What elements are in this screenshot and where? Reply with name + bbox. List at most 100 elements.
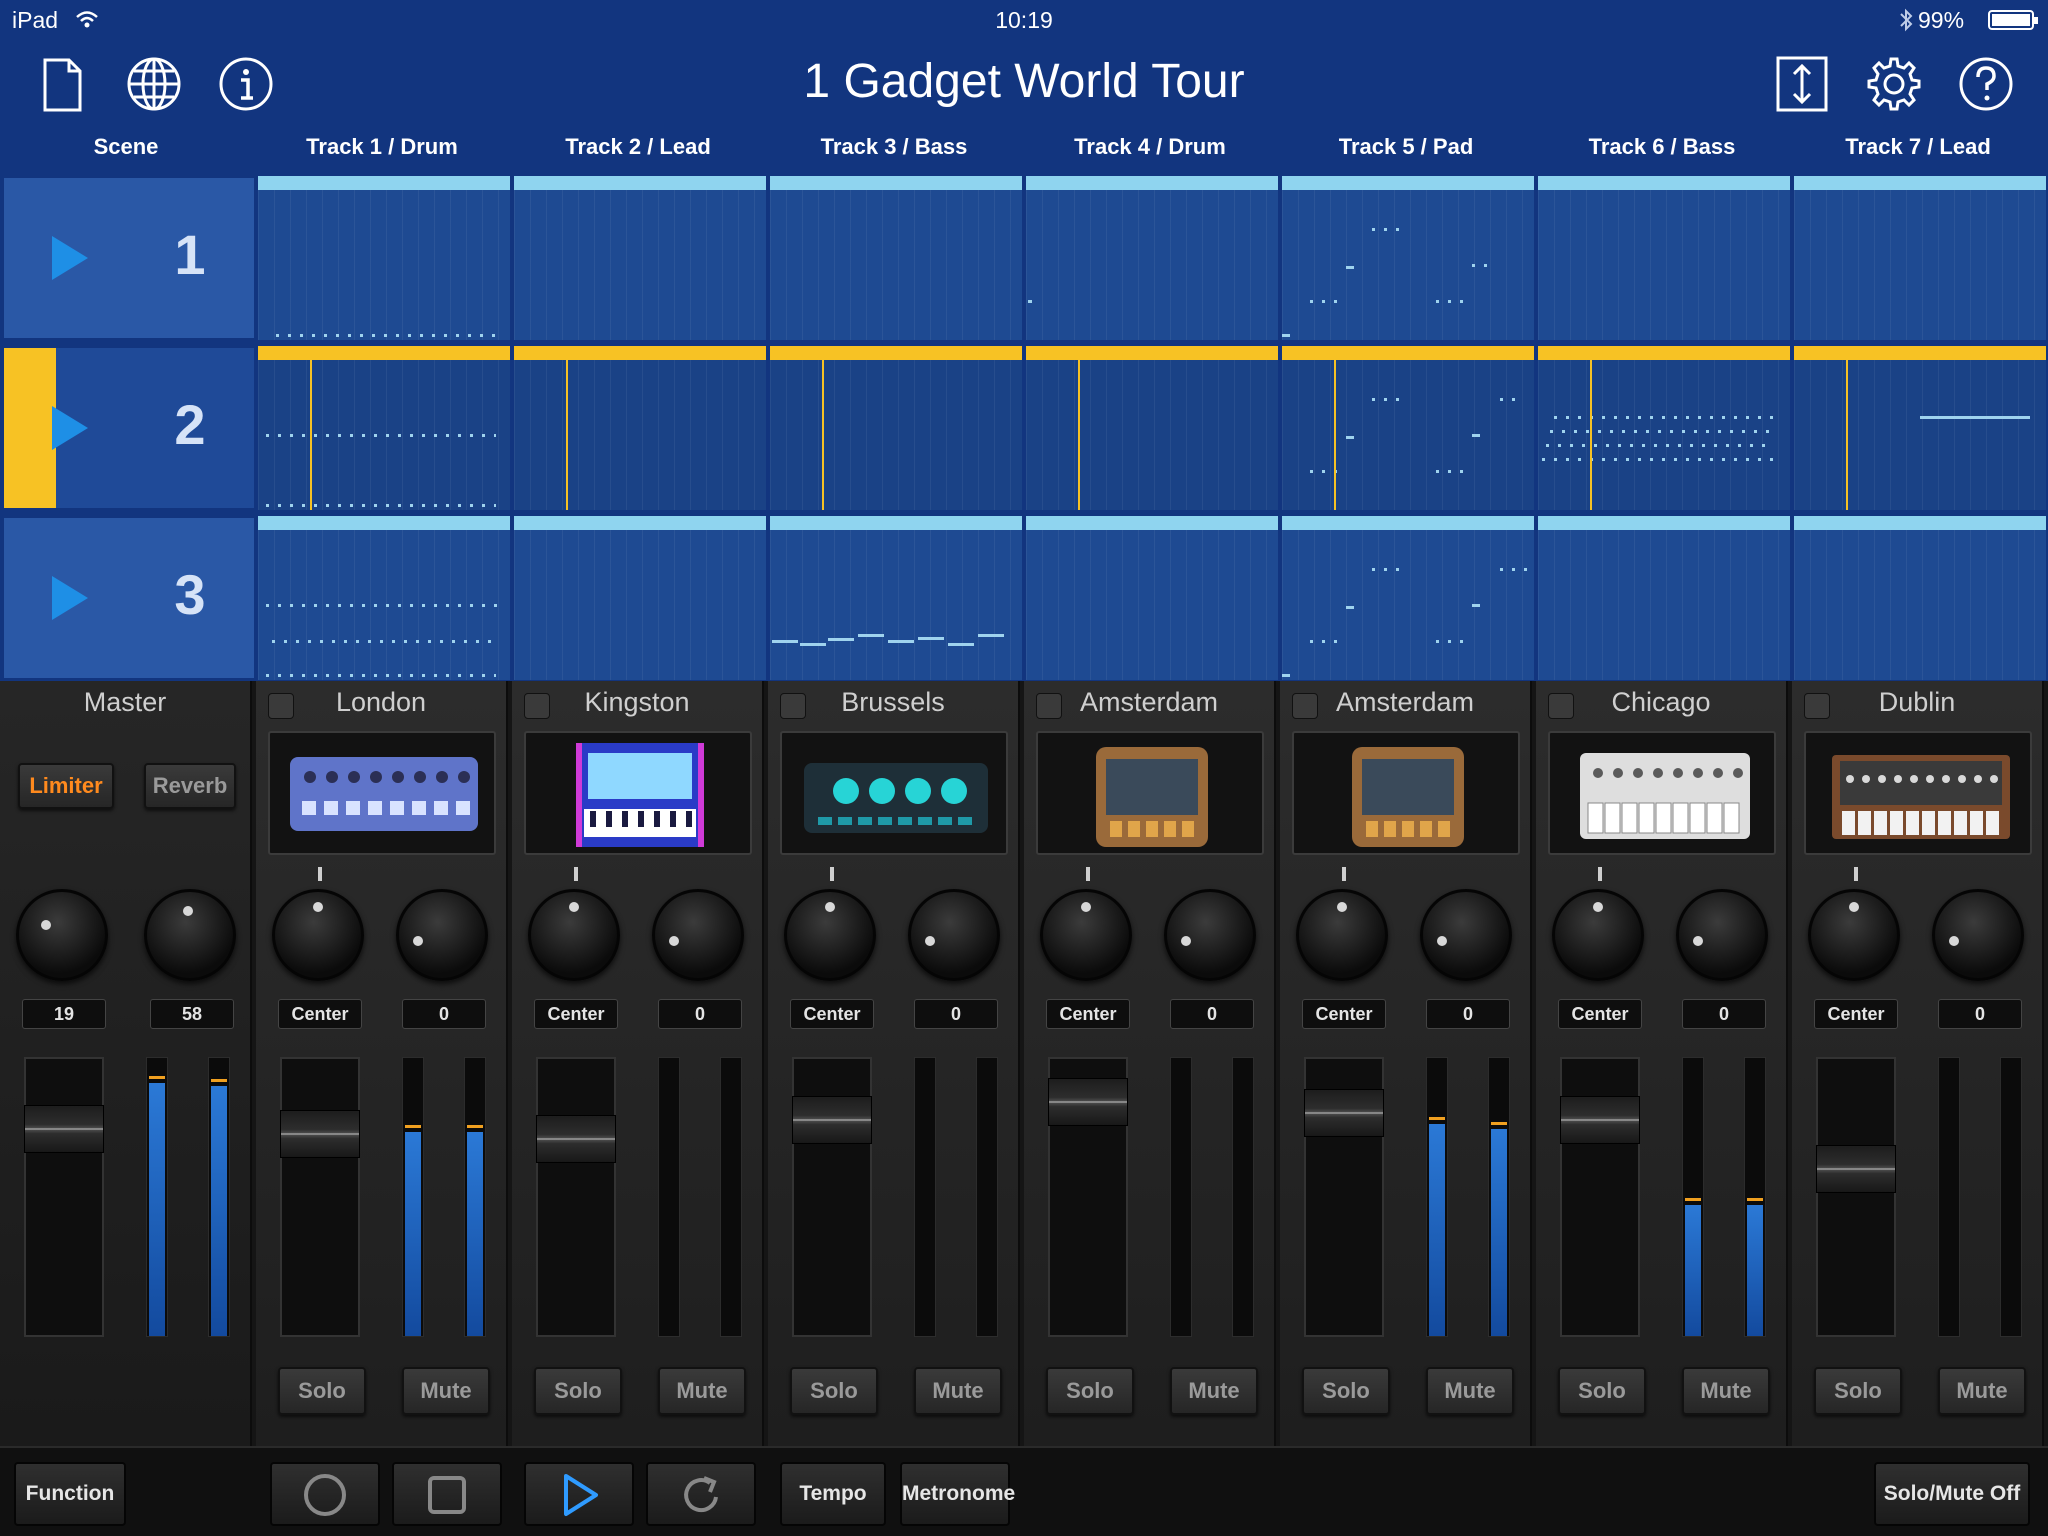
- gadget-name[interactable]: Amsterdam: [1280, 687, 1530, 718]
- fader-handle[interactable]: [1304, 1089, 1384, 1137]
- solo-button[interactable]: Solo: [1046, 1367, 1134, 1415]
- reverb-knob[interactable]: [144, 889, 236, 981]
- limiter-knob[interactable]: [16, 889, 108, 981]
- pan-knob[interactable]: [1808, 889, 1900, 981]
- track-header-3[interactable]: Track 3 / Bass: [768, 134, 1020, 164]
- scene-3-button[interactable]: 3: [4, 518, 254, 678]
- record-button[interactable]: [270, 1462, 380, 1526]
- mute-button[interactable]: Mute: [1170, 1367, 1258, 1415]
- metronome-button[interactable]: Metronome: [900, 1462, 1015, 1526]
- track-header-6[interactable]: Track 6 / Bass: [1536, 134, 1788, 164]
- fader-handle[interactable]: [280, 1110, 360, 1158]
- pan-knob[interactable]: [1296, 889, 1388, 981]
- clip-s1-t1[interactable]: [258, 176, 510, 340]
- scene-2-button[interactable]: 2: [4, 348, 254, 508]
- master-fader[interactable]: [24, 1057, 104, 1337]
- reverb-button[interactable]: Reverb: [144, 763, 236, 809]
- send-knob[interactable]: [396, 889, 488, 981]
- volume-fader[interactable]: [1304, 1057, 1384, 1337]
- mute-button[interactable]: Mute: [914, 1367, 1002, 1415]
- pan-knob[interactable]: [1552, 889, 1644, 981]
- clip-s1-t7[interactable]: [1794, 176, 2046, 340]
- volume-fader[interactable]: [1816, 1057, 1896, 1337]
- clip-s3-t4[interactable]: [1026, 516, 1278, 680]
- help-icon[interactable]: [1954, 52, 2018, 116]
- mute-button[interactable]: Mute: [658, 1367, 746, 1415]
- fader-handle[interactable]: [1048, 1078, 1128, 1126]
- send-knob[interactable]: [652, 889, 744, 981]
- clip-s3-t1[interactable]: [258, 516, 510, 680]
- solo-button[interactable]: Solo: [790, 1367, 878, 1415]
- track-header-7[interactable]: Track 7 / Lead: [1792, 134, 2044, 164]
- clip-s2-t7[interactable]: [1794, 346, 2046, 510]
- track-header-2[interactable]: Track 2 / Lead: [512, 134, 764, 164]
- gadget-thumbnail[interactable]: [1804, 731, 2032, 855]
- gadget-name[interactable]: Kingston: [512, 687, 762, 718]
- gadget-name[interactable]: Dublin: [1792, 687, 2042, 718]
- clip-s2-t4[interactable]: [1026, 346, 1278, 510]
- loop-button[interactable]: [646, 1462, 756, 1526]
- tempo-button[interactable]: Tempo: [780, 1462, 886, 1526]
- send-knob[interactable]: [1164, 889, 1256, 981]
- solo-button[interactable]: Solo: [1814, 1367, 1902, 1415]
- clip-s1-t4[interactable]: [1026, 176, 1278, 340]
- pan-knob[interactable]: [1040, 889, 1132, 981]
- pan-knob[interactable]: [528, 889, 620, 981]
- fader-handle[interactable]: [24, 1105, 104, 1153]
- volume-fader[interactable]: [536, 1057, 616, 1337]
- clip-s3-t5[interactable]: [1282, 516, 1534, 680]
- play-button[interactable]: [524, 1462, 634, 1526]
- clip-s3-t2[interactable]: [514, 516, 766, 680]
- clip-s3-t6[interactable]: [1538, 516, 1790, 680]
- solo-button[interactable]: Solo: [1558, 1367, 1646, 1415]
- mute-button[interactable]: Mute: [402, 1367, 490, 1415]
- fader-handle[interactable]: [1560, 1096, 1640, 1144]
- gadget-name[interactable]: Chicago: [1536, 687, 1786, 718]
- solo-button[interactable]: Solo: [1302, 1367, 1390, 1415]
- gadget-thumbnail[interactable]: [780, 731, 1008, 855]
- mute-button[interactable]: Mute: [1938, 1367, 2026, 1415]
- gadget-thumbnail[interactable]: [1036, 731, 1264, 855]
- limiter-button[interactable]: Limiter: [18, 763, 114, 809]
- send-knob[interactable]: [1932, 889, 2024, 981]
- send-knob[interactable]: [908, 889, 1000, 981]
- track-header-4[interactable]: Track 4 / Drum: [1024, 134, 1276, 164]
- clip-s1-t3[interactable]: [770, 176, 1022, 340]
- function-button[interactable]: Function: [14, 1462, 126, 1526]
- send-knob[interactable]: [1676, 889, 1768, 981]
- mute-button[interactable]: Mute: [1426, 1367, 1514, 1415]
- gadget-name[interactable]: London: [256, 687, 506, 718]
- clip-s2-t6[interactable]: [1538, 346, 1790, 510]
- pan-knob[interactable]: [784, 889, 876, 981]
- scene-1-button[interactable]: 1: [4, 178, 254, 338]
- clip-s1-t2[interactable]: [514, 176, 766, 340]
- clip-s2-t1[interactable]: [258, 346, 510, 510]
- volume-fader[interactable]: [1048, 1057, 1128, 1337]
- expand-vertical-icon[interactable]: [1770, 52, 1834, 116]
- pan-knob[interactable]: [272, 889, 364, 981]
- mute-button[interactable]: Mute: [1682, 1367, 1770, 1415]
- clip-s2-t3[interactable]: [770, 346, 1022, 510]
- solo-mute-off-button[interactable]: Solo/Mute Off: [1874, 1462, 2030, 1526]
- gadget-thumbnail[interactable]: [1292, 731, 1520, 855]
- gadget-thumbnail[interactable]: [268, 731, 496, 855]
- fader-handle[interactable]: [536, 1115, 616, 1163]
- fader-handle[interactable]: [1816, 1145, 1896, 1193]
- gadget-name[interactable]: Amsterdam: [1024, 687, 1274, 718]
- volume-fader[interactable]: [792, 1057, 872, 1337]
- clip-s3-t7[interactable]: [1794, 516, 2046, 680]
- gadget-thumbnail[interactable]: [1548, 731, 1776, 855]
- gadget-thumbnail[interactable]: [524, 731, 752, 855]
- gear-icon[interactable]: [1862, 52, 1926, 116]
- clip-s3-t3[interactable]: [770, 516, 1022, 680]
- solo-button[interactable]: Solo: [534, 1367, 622, 1415]
- stop-button[interactable]: [392, 1462, 502, 1526]
- clip-s1-t5[interactable]: [1282, 176, 1534, 340]
- solo-button[interactable]: Solo: [278, 1367, 366, 1415]
- send-knob[interactable]: [1420, 889, 1512, 981]
- clip-s2-t5[interactable]: [1282, 346, 1534, 510]
- clip-s2-t2[interactable]: [514, 346, 766, 510]
- track-header-5[interactable]: Track 5 / Pad: [1280, 134, 1532, 164]
- track-header-1[interactable]: Track 1 / Drum: [256, 134, 508, 164]
- clip-s1-t6[interactable]: [1538, 176, 1790, 340]
